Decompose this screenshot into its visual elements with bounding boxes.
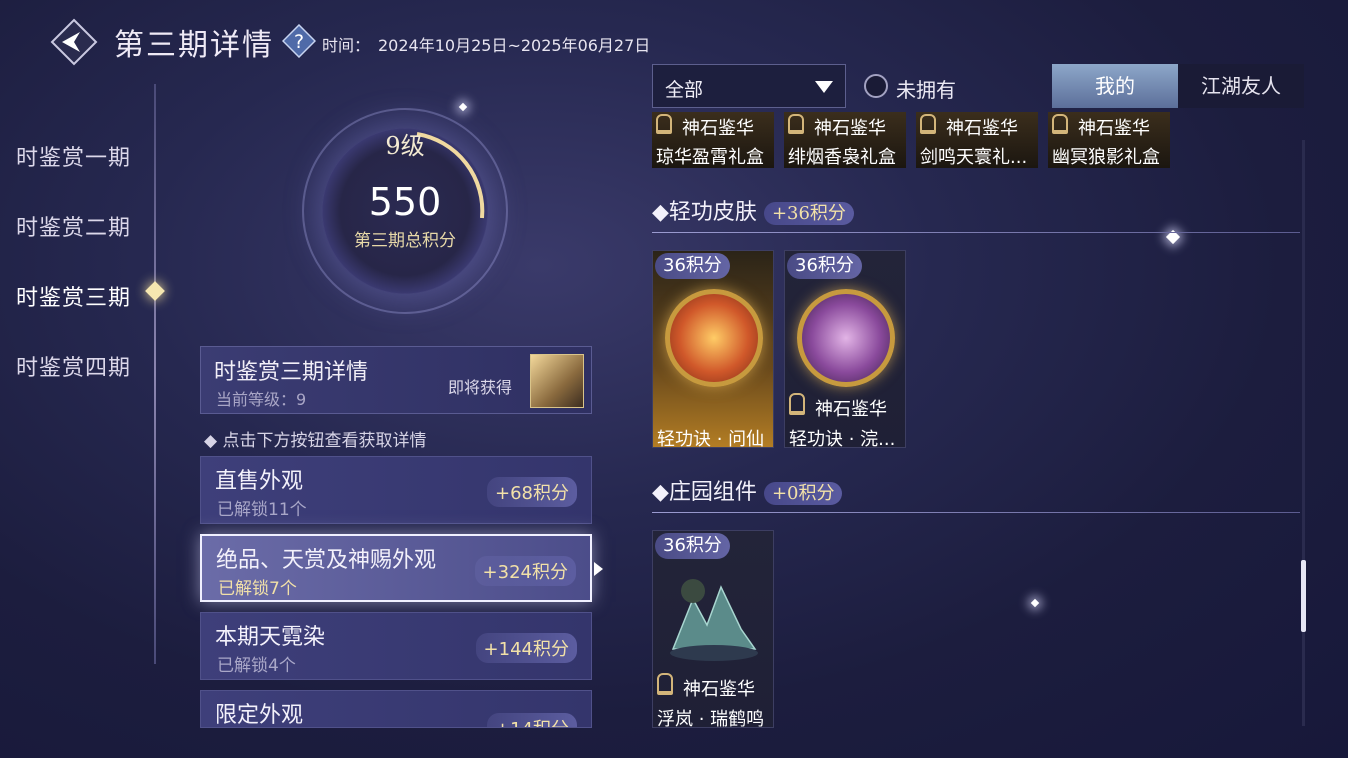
- item-image: [665, 289, 763, 387]
- unowned-radio[interactable]: [864, 74, 888, 98]
- item-card[interactable]: 36积分 神石鉴华 浮岚 · 瑞鹤鸣: [652, 530, 774, 728]
- category-unlocked: 已解锁7个: [218, 579, 297, 599]
- hint-label: 点击下方按钮查看获取详情: [222, 431, 427, 451]
- category-title: 限定外观: [215, 703, 304, 728]
- category-points-badge: +144积分: [475, 633, 577, 663]
- nav-divider: [154, 84, 156, 664]
- item-card[interactable]: 神石鉴华 琼华盈霄礼盒: [652, 112, 774, 168]
- active-category-arrow: [594, 562, 603, 576]
- item-name: 绯烟香袅礼盒: [788, 147, 896, 168]
- category-unlocked: 已解锁4个: [217, 656, 296, 676]
- hint-text: ◆ 点击下方按钮查看获取详情: [204, 431, 427, 451]
- back-button[interactable]: [50, 18, 98, 66]
- category-points-badge: +14积分: [487, 713, 577, 727]
- dropdown-caret-icon: [815, 81, 833, 93]
- item-source: 神石鉴华: [683, 679, 755, 700]
- section-divider: [652, 512, 1300, 513]
- back-icon: [50, 18, 98, 66]
- item-source: 神石鉴华: [814, 118, 886, 139]
- section-points-badge: +36积分: [763, 202, 854, 225]
- item-source: 神石鉴华: [946, 118, 1018, 139]
- help-button[interactable]: ?: [281, 23, 317, 59]
- sparkle-decoration: [458, 102, 468, 112]
- section-label: 轻功皮肤: [668, 200, 757, 225]
- item-card[interactable]: 神石鉴华 幽冥狼影礼盒: [1048, 112, 1170, 168]
- item-name: 琼华盈霄礼盒: [656, 147, 764, 168]
- sparkle-decoration: [1030, 598, 1040, 608]
- total-score-caption: 第三期总积分: [354, 231, 456, 251]
- current-level: 当前等级：9: [216, 390, 307, 409]
- total-score: 550: [368, 180, 442, 224]
- svg-text:?: ?: [294, 31, 304, 53]
- lock-icon: [789, 393, 805, 415]
- category-direct-sale[interactable]: 直售外观 已解锁11个 +68积分: [200, 456, 592, 524]
- tab-mine[interactable]: 我的: [1052, 64, 1178, 108]
- time-label: 时间：: [322, 36, 371, 55]
- scrollbar-track[interactable]: [1302, 140, 1305, 726]
- item-image: [670, 579, 758, 661]
- item-points-badge: 36积分: [655, 253, 730, 279]
- item-name: 轻功诀 · 浣...: [789, 429, 896, 448]
- filter-value: 全部: [665, 79, 704, 101]
- reward-thumbnail[interactable]: [530, 354, 584, 408]
- item-source: 神石鉴华: [815, 399, 887, 420]
- category-title: 直售外观: [215, 469, 304, 494]
- lock-icon: [657, 673, 673, 695]
- item-name: 剑鸣天寰礼...: [920, 147, 1028, 168]
- category-limited[interactable]: 限定外观 +14积分: [200, 690, 592, 728]
- time-range: 2024年10月25日~2025年06月27日: [378, 36, 651, 55]
- category-points-badge: +324积分: [474, 556, 576, 586]
- category-title: 本期天霓染: [215, 625, 326, 650]
- unowned-label: 未拥有: [896, 78, 956, 102]
- lock-icon: [788, 114, 804, 134]
- item-image: [797, 289, 895, 387]
- item-source: 神石鉴华: [682, 118, 754, 139]
- filter-dropdown[interactable]: 全部: [652, 64, 846, 108]
- level-label: 9级: [385, 132, 425, 160]
- section-title: ◆轻功皮肤 +36积分: [652, 194, 854, 226]
- section-title: ◆庄园组件 +0积分: [652, 474, 843, 506]
- item-points-badge: 36积分: [655, 533, 730, 559]
- nav-item-period-3[interactable]: 时鉴赏三期: [16, 280, 131, 312]
- nav-item-period-1[interactable]: 时鉴赏一期: [16, 140, 131, 172]
- nav-item-period-4[interactable]: 时鉴赏四期: [16, 350, 131, 382]
- category-points-badge: +68积分: [487, 477, 577, 507]
- section-label: 庄园组件: [668, 480, 757, 505]
- section-points-badge: +0积分: [763, 482, 843, 505]
- lock-icon: [1052, 114, 1068, 134]
- item-name: 轻功诀 · 问仙: [657, 429, 765, 448]
- period-detail-title: 时鉴赏三期详情: [214, 360, 369, 385]
- category-premium[interactable]: 绝品、天赏及神赐外观 已解锁7个 +324积分: [200, 534, 592, 602]
- item-card[interactable]: 36积分 轻功诀 · 问仙: [652, 250, 774, 448]
- item-card[interactable]: 神石鉴华 绯烟香袅礼盒: [784, 112, 906, 168]
- lock-icon: [920, 114, 936, 134]
- item-points-badge: 36积分: [787, 253, 862, 279]
- item-card[interactable]: 36积分 神石鉴华 轻功诀 · 浣...: [784, 250, 906, 448]
- item-name: 浮岚 · 瑞鹤鸣: [657, 709, 765, 728]
- item-name: 幽冥狼影礼盒: [1052, 147, 1160, 168]
- tab-friends[interactable]: 江湖友人: [1178, 64, 1304, 108]
- section-divider: [652, 232, 1300, 233]
- question-icon: ?: [281, 23, 317, 59]
- coming-soon-label: 即将获得: [448, 378, 513, 397]
- nav-active-marker: [145, 281, 165, 301]
- item-card[interactable]: 神石鉴华 剑鸣天寰礼...: [916, 112, 1038, 168]
- page-title: 第三期详情: [114, 28, 274, 63]
- item-source: 神石鉴华: [1078, 118, 1150, 139]
- lock-icon: [656, 114, 672, 134]
- category-unlocked: 已解锁11个: [217, 500, 307, 520]
- nav-item-period-2[interactable]: 时鉴赏二期: [16, 210, 131, 242]
- scrollbar-thumb[interactable]: [1301, 560, 1306, 632]
- category-dye[interactable]: 本期天霓染 已解锁4个 +144积分: [200, 612, 592, 680]
- category-title: 绝品、天赏及神赐外观: [216, 548, 437, 573]
